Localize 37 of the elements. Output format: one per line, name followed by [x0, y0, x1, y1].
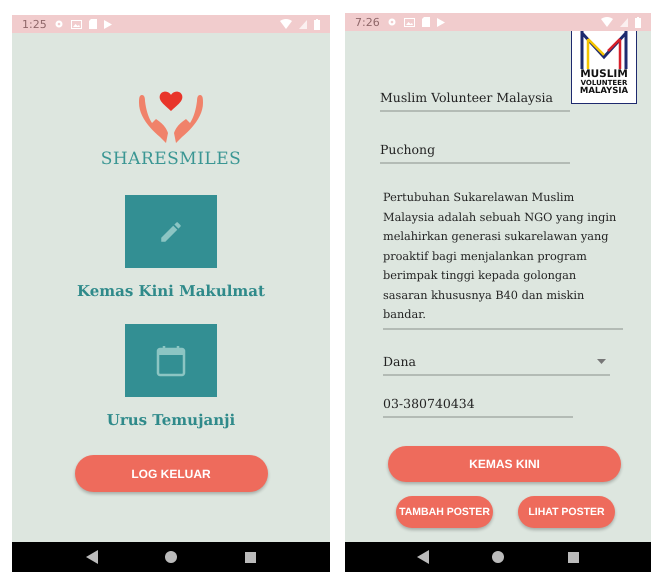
caret-icon: [597, 358, 606, 364]
sd-card-icon: [422, 17, 430, 27]
wifi-icon: [601, 17, 613, 27]
gear-icon: [54, 19, 64, 29]
menu-tile[interactable]: [125, 324, 217, 397]
back-icon[interactable]: [416, 550, 429, 564]
app-title: SHARESMILES: [100, 149, 242, 169]
menu-tile[interactable]: [125, 195, 217, 268]
signal-icon: [299, 20, 307, 28]
recents-icon[interactable]: [245, 552, 256, 562]
image-icon: [404, 18, 415, 26]
sd-card-icon: [88, 19, 97, 29]
category-dropdown[interactable]: Dana: [383, 352, 610, 376]
gear-icon: [386, 17, 397, 27]
home-icon[interactable]: [165, 551, 178, 563]
status-time: 1:25: [22, 18, 47, 30]
status-time: 7:26: [355, 16, 380, 28]
input-field[interactable]: Muslim Volunteer Malaysia: [380, 88, 570, 112]
logo-text: MALAYSIA: [580, 86, 628, 95]
calendar-icon: [156, 344, 186, 376]
input-field[interactable]: Puchong: [380, 140, 570, 164]
recents-icon[interactable]: [568, 552, 580, 562]
wifi-icon: [280, 19, 292, 29]
logo-text: MUSLIM: [580, 69, 628, 80]
battery-icon: [314, 18, 320, 30]
menu-label: Kemas Kini Makulmat: [77, 282, 265, 300]
battery-icon: [635, 16, 641, 28]
description-field[interactable]: Pertubuhan Sukarelawan Muslim Malaysia adalah sebuah NGO yang ingin melahirkan generasi sukarelawan yang proaktif bagi menjalankan program berimpak tinggi kepada golongan sasaran khususnya B40 dan miskin bandar.: [383, 188, 623, 330]
play-icon: [104, 20, 112, 28]
play-icon: [436, 18, 445, 26]
back-icon[interactable]: [86, 550, 98, 564]
image-icon: [70, 20, 82, 28]
signal-icon: [620, 18, 628, 26]
menu-label: Urus Temujanji: [106, 411, 236, 429]
input-field[interactable]: 03-380740434: [383, 394, 573, 418]
home-icon[interactable]: [492, 551, 504, 563]
hands-heart-logo-icon: [138, 91, 204, 143]
